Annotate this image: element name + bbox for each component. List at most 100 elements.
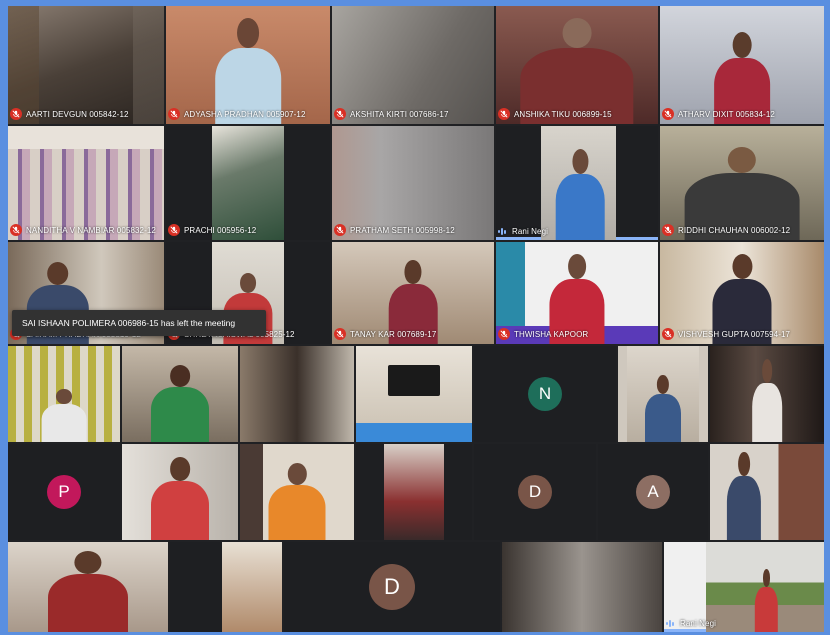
video-tile-r5-7[interactable] [710,444,824,540]
participant-figure [268,463,326,540]
participant-label: PRACHI 005956-12 [168,224,256,236]
participant-avatar: D [369,564,415,610]
participant-figure [151,457,209,540]
participant-figure [755,569,778,632]
participant-name: NANDITHA V NAMBIAR 005832-12 [26,225,156,235]
video-tile-anshika[interactable]: ANSHIKA TIKU 006899-15 [496,6,658,124]
mic-off-icon [168,224,180,236]
video-tile-nanditha[interactable]: NANDITHA V NAMBIAR 005832-12 [8,126,164,240]
participant-figure [151,365,209,442]
participant-avatar: A [636,475,670,509]
video-tile-n[interactable]: N [474,346,616,442]
video-tile-prachi[interactable]: PRACHI 005956-12 [166,126,330,240]
video-tile-adyasha[interactable]: ADYASHA PRADHAN 005907-12 [166,6,330,124]
participant-label: ANSHIKA TIKU 006899-15 [498,108,612,120]
video-feed [240,346,354,442]
video-tile-r6-4[interactable] [502,542,662,632]
participant-figure [727,451,762,540]
video-tile-r4-1[interactable] [8,346,120,442]
participant-name: ANSHIKA TIKU 006899-15 [514,109,612,119]
participant-figure [752,359,782,442]
participant-label: ADYASHA PRADHAN 005907-12 [168,108,306,120]
participant-name: TANAY KAR 007689-17 [350,329,437,339]
video-tile-rani-negi[interactable]: Rani Negi [496,126,658,240]
video-tile-r6-1[interactable] [8,542,168,632]
mic-off-icon [498,108,510,120]
participant-name: ATHARV DIXIT 005834-12 [678,109,775,119]
video-feed [383,444,445,540]
participant-name: PRACHI 005956-12 [184,225,257,235]
video-tile-r5-2[interactable] [122,444,238,540]
participant-label: NANDITHA V NAMBIAR 005832-12 [10,224,156,236]
video-feed [221,542,282,632]
participant-label: VISHVESH GUPTA 007594-17 [662,328,790,340]
video-tile-riddhi[interactable]: RIDDHI CHAUHAN 006002-12 [660,126,824,240]
mic-off-icon [662,328,674,340]
participant-figure [41,389,87,442]
participant-label: TANAY KAR 007689-17 [334,328,436,340]
video-tile-r5-4[interactable] [356,444,472,540]
video-tile-rani-negi-2[interactable]: Rani Negi [664,542,824,632]
video-tile-r6-2[interactable] [170,542,282,632]
video-tile-r5-3[interactable] [240,444,354,540]
participant-avatar: D [518,475,552,509]
television [388,365,440,396]
video-tile-r4-3[interactable] [240,346,354,442]
speaking-indicator-icon [498,228,508,235]
video-tile-pratham[interactable]: PRATHAM SETH 005998-12 [332,126,494,240]
participant-name: Rani Negi [512,227,549,236]
mic-off-icon [662,108,674,120]
meeting-video-grid: AARTI DEVGUN 005842-12 ADYASHA PRADHAN 0… [8,6,824,632]
video-tile-a[interactable]: A [598,444,708,540]
video-tile-akshita[interactable]: AKSHITA KIRTI 007686-17 [332,6,494,124]
video-feed [332,126,494,240]
video-feed [211,126,285,240]
mic-off-icon [10,108,22,120]
video-tile-r4-2[interactable] [122,346,238,442]
mic-off-icon [662,224,674,236]
video-tile-r4-4[interactable] [356,346,472,442]
participant-name: THWISHA KAPOOR [514,329,589,339]
video-tile-r4-6[interactable] [618,346,708,442]
participant-left-notification: SAI ISHAAN POLIMERA 006986-15 has left t… [12,310,266,336]
video-tile-vishvesh[interactable]: VISHVESH GUPTA 007594-17 [660,242,824,344]
participant-name: PRATHAM SETH 005998-12 [350,225,455,235]
participant-figure [555,148,605,240]
participant-label: THWISHA KAPOOR [498,328,588,340]
participant-figure [48,551,128,632]
participant-label: ATHARV DIXIT 005834-12 [662,108,775,120]
participant-name: RIDDHI CHAUHAN 006002-12 [678,225,791,235]
mic-off-icon [498,328,510,340]
participant-avatar: N [528,377,562,411]
mic-off-icon [334,108,346,120]
video-feed [502,542,662,632]
video-feed [8,6,164,124]
video-tile-thwisha[interactable]: THWISHA KAPOOR [496,242,658,344]
ceiling [8,126,164,149]
participant-name: ADYASHA PRADHAN 005907-12 [184,109,306,119]
participant-label: Rani Negi [666,619,716,628]
mic-off-icon [334,224,346,236]
participant-label: AARTI DEVGUN 005842-12 [10,108,129,120]
participant-label: PRATHAM SETH 005998-12 [334,224,455,236]
video-tile-p[interactable]: P [8,444,120,540]
participant-name: AARTI DEVGUN 005842-12 [26,109,129,119]
mic-off-icon [168,108,180,120]
video-tile-d2[interactable]: D [284,542,500,632]
video-tile-aarti[interactable]: AARTI DEVGUN 005842-12 [8,6,164,124]
participant-avatar: P [47,475,81,509]
participant-name: AKSHITA KIRTI 007686-17 [350,109,449,119]
video-feed [332,6,494,124]
participant-label: AKSHITA KIRTI 007686-17 [334,108,449,120]
participant-figure [645,374,681,442]
mic-off-icon [334,328,346,340]
mic-off-icon [10,224,22,236]
participant-label: Rani Negi [498,227,548,236]
video-tile-tanay[interactable]: TANAY KAR 007689-17 [332,242,494,344]
video-tile-d1[interactable]: D [474,444,596,540]
participant-name: VISHVESH GUPTA 007594-17 [678,329,791,339]
video-tile-r4-7[interactable] [710,346,824,442]
participant-name: Rani Negi [680,619,717,628]
participant-label: RIDDHI CHAUHAN 006002-12 [662,224,790,236]
video-tile-atharv[interactable]: ATHARV DIXIT 005834-12 [660,6,824,124]
